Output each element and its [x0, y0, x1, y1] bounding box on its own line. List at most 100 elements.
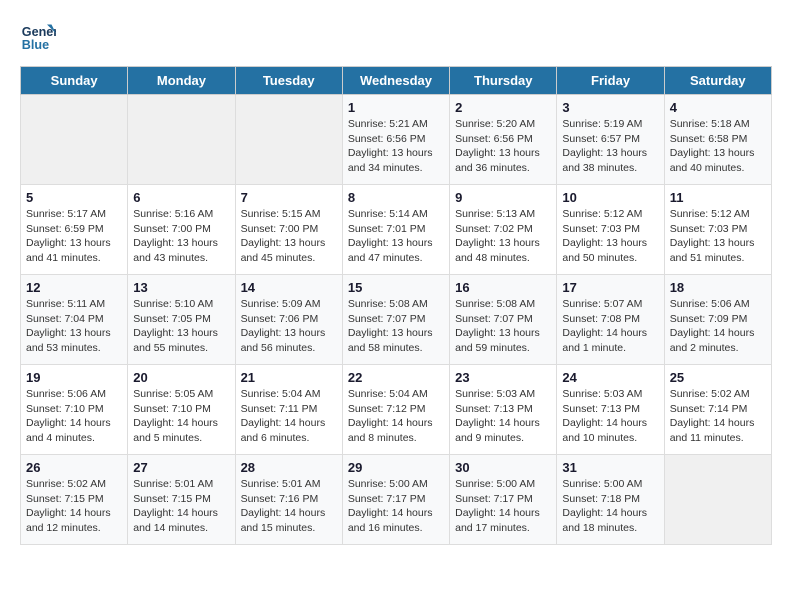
day-number: 19	[26, 370, 122, 385]
calendar-cell: 15 Sunrise: 5:08 AM Sunset: 7:07 PM Dayli…	[342, 275, 449, 365]
day-number: 9	[455, 190, 551, 205]
day-info: Sunrise: 5:06 AM Sunset: 7:09 PM Dayligh…	[670, 297, 766, 356]
day-info: Sunrise: 5:21 AM Sunset: 6:56 PM Dayligh…	[348, 117, 444, 176]
week-row-2: 5 Sunrise: 5:17 AM Sunset: 6:59 PM Daylig…	[21, 185, 772, 275]
day-info: Sunrise: 5:02 AM Sunset: 7:14 PM Dayligh…	[670, 387, 766, 446]
calendar-cell: 8 Sunrise: 5:14 AM Sunset: 7:01 PM Daylig…	[342, 185, 449, 275]
day-info: Sunrise: 5:08 AM Sunset: 7:07 PM Dayligh…	[348, 297, 444, 356]
day-info: Sunrise: 5:04 AM Sunset: 7:12 PM Dayligh…	[348, 387, 444, 446]
day-number: 21	[241, 370, 337, 385]
day-info: Sunrise: 5:09 AM Sunset: 7:06 PM Dayligh…	[241, 297, 337, 356]
day-info: Sunrise: 5:00 AM Sunset: 7:17 PM Dayligh…	[348, 477, 444, 536]
week-row-3: 12 Sunrise: 5:11 AM Sunset: 7:04 PM Dayli…	[21, 275, 772, 365]
day-info: Sunrise: 5:12 AM Sunset: 7:03 PM Dayligh…	[670, 207, 766, 266]
week-row-4: 19 Sunrise: 5:06 AM Sunset: 7:10 PM Dayli…	[21, 365, 772, 455]
day-info: Sunrise: 5:20 AM Sunset: 6:56 PM Dayligh…	[455, 117, 551, 176]
calendar-cell: 31 Sunrise: 5:00 AM Sunset: 7:18 PM Dayli…	[557, 455, 664, 545]
day-number: 4	[670, 100, 766, 115]
day-number: 24	[562, 370, 658, 385]
day-number: 28	[241, 460, 337, 475]
calendar-cell: 23 Sunrise: 5:03 AM Sunset: 7:13 PM Dayli…	[450, 365, 557, 455]
calendar-cell: 28 Sunrise: 5:01 AM Sunset: 7:16 PM Dayli…	[235, 455, 342, 545]
calendar-cell: 18 Sunrise: 5:06 AM Sunset: 7:09 PM Dayli…	[664, 275, 771, 365]
day-number: 1	[348, 100, 444, 115]
calendar-cell: 16Sunrise: 5:08 AM Sunset: 7:07 PM Dayli…	[450, 275, 557, 365]
day-number: 11	[670, 190, 766, 205]
svg-text:Blue: Blue	[22, 38, 49, 52]
day-info: Sunrise: 5:16 AM Sunset: 7:00 PM Dayligh…	[133, 207, 229, 266]
day-number: 18	[670, 280, 766, 295]
day-number: 17	[562, 280, 658, 295]
day-info: Sunrise: 5:06 AM Sunset: 7:10 PM Dayligh…	[26, 387, 122, 446]
day-number: 29	[348, 460, 444, 475]
day-number: 14	[241, 280, 337, 295]
calendar-cell: 5 Sunrise: 5:17 AM Sunset: 6:59 PM Daylig…	[21, 185, 128, 275]
page-header: General Blue	[20, 20, 772, 56]
day-header-saturday: Saturday	[664, 67, 771, 95]
calendar-cell: 26 Sunrise: 5:02 AM Sunset: 7:15 PM Dayli…	[21, 455, 128, 545]
day-number: 3	[562, 100, 658, 115]
calendar-cell: 10 Sunrise: 5:12 AM Sunset: 7:03 PM Dayli…	[557, 185, 664, 275]
day-info: Sunrise: 5:05 AM Sunset: 7:10 PM Dayligh…	[133, 387, 229, 446]
day-info: Sunrise: 5:02 AM Sunset: 7:15 PM Dayligh…	[26, 477, 122, 536]
day-info: Sunrise: 5:14 AM Sunset: 7:01 PM Dayligh…	[348, 207, 444, 266]
day-info: Sunrise: 5:00 AM Sunset: 7:17 PM Dayligh…	[455, 477, 551, 536]
day-info: Sunrise: 5:18 AM Sunset: 6:58 PM Dayligh…	[670, 117, 766, 176]
day-number: 31	[562, 460, 658, 475]
calendar-cell: 6 Sunrise: 5:16 AM Sunset: 7:00 PM Daylig…	[128, 185, 235, 275]
day-header-thursday: Thursday	[450, 67, 557, 95]
calendar-cell: 12 Sunrise: 5:11 AM Sunset: 7:04 PM Dayli…	[21, 275, 128, 365]
calendar-table: SundayMondayTuesdayWednesdayThursdayFrid…	[20, 66, 772, 545]
calendar-cell: 2Sunrise: 5:20 AM Sunset: 6:56 PM Daylig…	[450, 95, 557, 185]
day-number: 8	[348, 190, 444, 205]
calendar-cell: 11 Sunrise: 5:12 AM Sunset: 7:03 PM Dayli…	[664, 185, 771, 275]
calendar-cell: 1 Sunrise: 5:21 AM Sunset: 6:56 PM Daylig…	[342, 95, 449, 185]
day-info: Sunrise: 5:15 AM Sunset: 7:00 PM Dayligh…	[241, 207, 337, 266]
day-number: 27	[133, 460, 229, 475]
calendar-cell	[21, 95, 128, 185]
day-info: Sunrise: 5:19 AM Sunset: 6:57 PM Dayligh…	[562, 117, 658, 176]
day-number: 6	[133, 190, 229, 205]
calendar-cell: 25 Sunrise: 5:02 AM Sunset: 7:14 PM Dayli…	[664, 365, 771, 455]
day-number: 7	[241, 190, 337, 205]
day-info: Sunrise: 5:04 AM Sunset: 7:11 PM Dayligh…	[241, 387, 337, 446]
day-header-sunday: Sunday	[21, 67, 128, 95]
calendar-cell: 9 Sunrise: 5:13 AM Sunset: 7:02 PM Daylig…	[450, 185, 557, 275]
day-info: Sunrise: 5:03 AM Sunset: 7:13 PM Dayligh…	[455, 387, 551, 446]
day-info: Sunrise: 5:03 AM Sunset: 7:13 PM Dayligh…	[562, 387, 658, 446]
day-info: Sunrise: 5:01 AM Sunset: 7:15 PM Dayligh…	[133, 477, 229, 536]
calendar-cell: 29 Sunrise: 5:00 AM Sunset: 7:17 PM Dayli…	[342, 455, 449, 545]
day-number: 5	[26, 190, 122, 205]
day-number: 15	[348, 280, 444, 295]
day-number: 30	[455, 460, 551, 475]
day-number: 22	[348, 370, 444, 385]
day-info: Sunrise: 5:08 AM Sunset: 7:07 PM Dayligh…	[455, 297, 551, 356]
day-number: 12	[26, 280, 122, 295]
calendar-cell: 21 Sunrise: 5:04 AM Sunset: 7:11 PM Dayli…	[235, 365, 342, 455]
day-number: 13	[133, 280, 229, 295]
day-info: Sunrise: 5:07 AM Sunset: 7:08 PM Dayligh…	[562, 297, 658, 356]
day-header-monday: Monday	[128, 67, 235, 95]
calendar-cell: 4 Sunrise: 5:18 AM Sunset: 6:58 PM Daylig…	[664, 95, 771, 185]
calendar-cell: 30 Sunrise: 5:00 AM Sunset: 7:17 PM Dayli…	[450, 455, 557, 545]
week-row-5: 26 Sunrise: 5:02 AM Sunset: 7:15 PM Dayli…	[21, 455, 772, 545]
calendar-cell: 3 Sunrise: 5:19 AM Sunset: 6:57 PM Daylig…	[557, 95, 664, 185]
day-info: Sunrise: 5:12 AM Sunset: 7:03 PM Dayligh…	[562, 207, 658, 266]
day-number: 23	[455, 370, 551, 385]
day-number: 25	[670, 370, 766, 385]
calendar-cell	[664, 455, 771, 545]
day-header-tuesday: Tuesday	[235, 67, 342, 95]
day-info: Sunrise: 5:00 AM Sunset: 7:18 PM Dayligh…	[562, 477, 658, 536]
calendar-cell: 24 Sunrise: 5:03 AM Sunset: 7:13 PM Dayli…	[557, 365, 664, 455]
calendar-cell	[128, 95, 235, 185]
day-number: 26	[26, 460, 122, 475]
day-info: Sunrise: 5:17 AM Sunset: 6:59 PM Dayligh…	[26, 207, 122, 266]
day-header-wednesday: Wednesday	[342, 67, 449, 95]
day-info: Sunrise: 5:13 AM Sunset: 7:02 PM Dayligh…	[455, 207, 551, 266]
week-row-1: 1 Sunrise: 5:21 AM Sunset: 6:56 PM Daylig…	[21, 95, 772, 185]
day-number: 10	[562, 190, 658, 205]
day-info: Sunrise: 5:01 AM Sunset: 7:16 PM Dayligh…	[241, 477, 337, 536]
logo-icon: General Blue	[20, 20, 56, 56]
calendar-cell: 19 Sunrise: 5:06 AM Sunset: 7:10 PM Dayli…	[21, 365, 128, 455]
day-info: Sunrise: 5:11 AM Sunset: 7:04 PM Dayligh…	[26, 297, 122, 356]
